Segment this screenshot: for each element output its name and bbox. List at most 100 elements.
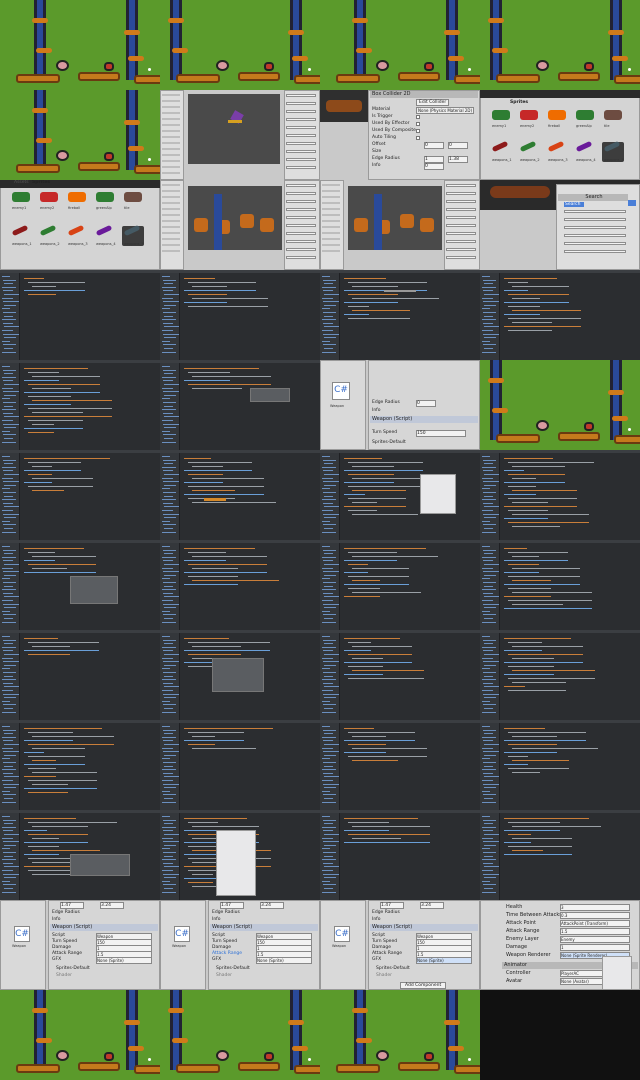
- explorer-item[interactable]: [483, 290, 493, 292]
- search-result[interactable]: [564, 250, 626, 253]
- explorer-item[interactable]: [162, 276, 170, 277]
- explorer-item[interactable]: [482, 286, 496, 288]
- explorer-item[interactable]: [162, 546, 170, 547]
- explorer-item[interactable]: [322, 790, 330, 792]
- explorer-item[interactable]: [3, 672, 16, 673]
- explorer-item[interactable]: [162, 736, 176, 738]
- explorer-item[interactable]: [162, 466, 176, 468]
- explorer-item[interactable]: [3, 391, 19, 393]
- explorer-item[interactable]: [4, 384, 19, 385]
- explorer-item[interactable]: [322, 351, 336, 353]
- explorer-item[interactable]: [4, 416, 19, 418]
- explorer-item[interactable]: [324, 596, 339, 598]
- explorer-item[interactable]: [3, 783, 19, 785]
- explorer-item[interactable]: [482, 340, 490, 342]
- explorer-item[interactable]: [163, 344, 176, 346]
- explorer-item[interactable]: [324, 877, 336, 879]
- explorer-item[interactable]: [2, 308, 10, 310]
- explorer-item[interactable]: [322, 870, 333, 871]
- offset-x-field[interactable]: 0: [424, 142, 444, 149]
- sprite-thumbnail[interactable]: [12, 192, 30, 202]
- explorer-item[interactable]: [162, 366, 170, 367]
- explorer-item[interactable]: [4, 564, 19, 565]
- explorer-item[interactable]: [3, 740, 13, 742]
- explorer-item[interactable]: [4, 664, 16, 666]
- explorer-item[interactable]: [323, 852, 336, 853]
- explorer-item[interactable]: [324, 474, 339, 475]
- explorer-item[interactable]: [484, 686, 499, 688]
- explorer-item[interactable]: [162, 726, 170, 727]
- explorer-item[interactable]: [323, 290, 333, 292]
- breadcrumb-sprites[interactable]: Sprites: [510, 100, 528, 105]
- explorer-item[interactable]: [2, 668, 10, 670]
- explorer-item[interactable]: [482, 546, 490, 547]
- turn-speed-field[interactable]: 150: [416, 430, 466, 437]
- explorer-item[interactable]: [482, 726, 490, 727]
- explorer-item[interactable]: [3, 402, 16, 403]
- explorer-item[interactable]: [163, 650, 173, 652]
- explorer-item[interactable]: [323, 693, 339, 695]
- explorer-item[interactable]: [324, 517, 336, 519]
- explorer-item[interactable]: [162, 790, 170, 792]
- explorer-item[interactable]: [162, 589, 176, 591]
- explorer-item[interactable]: [4, 776, 19, 778]
- explorer-item[interactable]: [164, 427, 176, 429]
- explorer-item[interactable]: [324, 798, 333, 799]
- explorer-item[interactable]: [3, 312, 16, 313]
- explorer-item[interactable]: [484, 463, 493, 465]
- explorer-item[interactable]: [482, 600, 493, 601]
- explorer-item[interactable]: [4, 654, 19, 655]
- explorer-item[interactable]: [163, 852, 176, 853]
- explorer-item[interactable]: [162, 610, 170, 612]
- explorer-item[interactable]: [2, 600, 13, 601]
- weapon-field-value[interactable]: None (Sprite): [256, 957, 312, 964]
- sprite-thumbnail[interactable]: [548, 110, 566, 120]
- explorer-item[interactable]: [483, 639, 496, 641]
- explorer-item[interactable]: [164, 744, 179, 745]
- explorer-item[interactable]: [324, 866, 339, 868]
- explorer-item[interactable]: [483, 762, 496, 763]
- explorer-item[interactable]: [4, 823, 13, 825]
- explorer-item[interactable]: [2, 351, 16, 353]
- explorer-item[interactable]: [164, 776, 179, 778]
- explorer-item[interactable]: [322, 556, 336, 558]
- size-y-field[interactable]: 1.38: [448, 156, 468, 163]
- explorer-item[interactable]: [162, 286, 176, 288]
- explorer-item[interactable]: [2, 870, 13, 871]
- explorer-item[interactable]: [484, 315, 493, 317]
- explorer-item[interactable]: [164, 394, 176, 396]
- explorer-item[interactable]: [162, 567, 173, 569]
- explorer-item[interactable]: [163, 592, 173, 594]
- explorer-item[interactable]: [483, 333, 499, 335]
- explorer-item[interactable]: [4, 506, 19, 508]
- explorer-item[interactable]: [163, 830, 173, 832]
- explorer-item[interactable]: [163, 672, 176, 673]
- explorer-item[interactable]: [324, 823, 333, 825]
- explorer-item[interactable]: [323, 614, 336, 616]
- weapon-field-value[interactable]: None (Sprite): [96, 957, 152, 964]
- explorer-item[interactable]: [323, 333, 339, 335]
- explorer-item[interactable]: [162, 769, 176, 771]
- sprite-thumbnail[interactable]: [124, 192, 142, 202]
- explorer-item[interactable]: [164, 675, 173, 677]
- search-field[interactable]: Search: [564, 202, 584, 207]
- explorer-item[interactable]: [2, 430, 10, 432]
- explorer-item[interactable]: [483, 481, 499, 483]
- explorer-item[interactable]: [164, 337, 176, 339]
- explorer-item[interactable]: [324, 326, 339, 328]
- explorer-item[interactable]: [4, 618, 13, 619]
- explorer-item[interactable]: [483, 852, 496, 853]
- explorer-item[interactable]: [323, 794, 336, 796]
- explorer-item[interactable]: [162, 891, 176, 893]
- edge-radius-field[interactable]: 0: [416, 400, 436, 407]
- explorer-item[interactable]: [322, 600, 333, 601]
- explorer-item[interactable]: [2, 578, 10, 580]
- explorer-item[interactable]: [484, 708, 493, 709]
- explorer-item[interactable]: [163, 693, 179, 695]
- explorer-item[interactable]: [162, 376, 176, 378]
- explorer-item[interactable]: [4, 607, 16, 609]
- explorer-item[interactable]: [164, 484, 176, 486]
- explorer-item[interactable]: [163, 862, 173, 864]
- explorer-item[interactable]: [483, 693, 499, 695]
- explorer-item[interactable]: [164, 855, 173, 857]
